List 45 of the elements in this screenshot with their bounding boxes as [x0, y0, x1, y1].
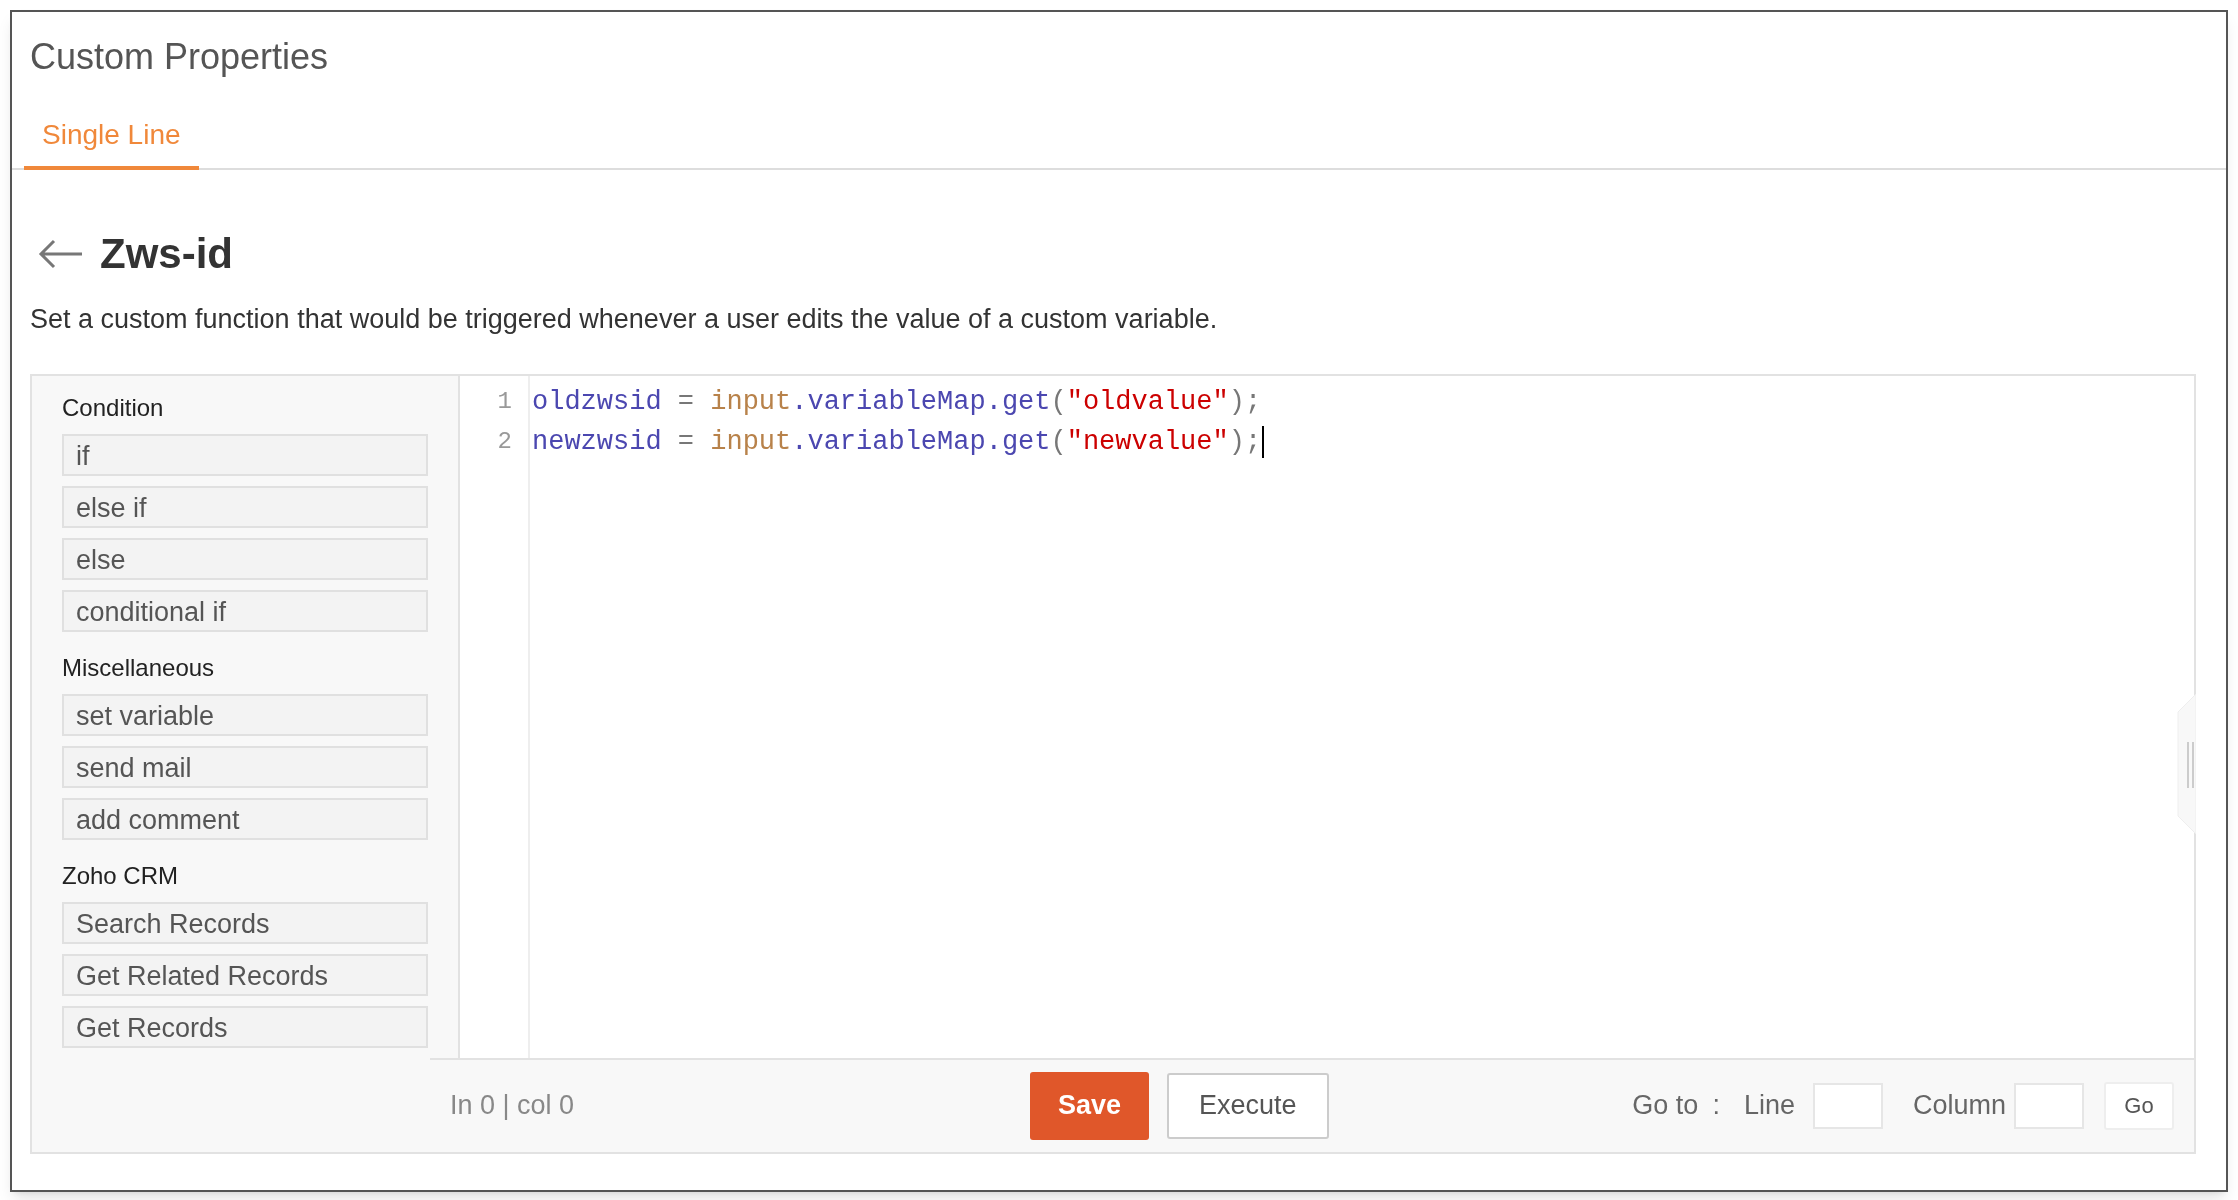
- code-token: "newvalue": [1066, 425, 1229, 459]
- snippet-item[interactable]: Get Related Records: [62, 953, 428, 996]
- line-label: Line: [1743, 1089, 1795, 1123]
- code-token: =: [676, 425, 696, 459]
- column-input[interactable]: [2014, 1082, 2084, 1129]
- section-heading: Condition: [62, 392, 165, 423]
- code-editor[interactable]: oldzwsid = input.variableMap.get("oldvalue"); newzwsid = input.variableMap.get("newvalue");: [530, 375, 2194, 1058]
- code-token: "oldvalue": [1066, 385, 1229, 419]
- code-token: oldzwsid: [532, 385, 662, 419]
- goto-label: Go to: [1632, 1089, 1699, 1123]
- line-number: 2: [497, 426, 512, 457]
- snippet-item[interactable]: else: [62, 537, 428, 580]
- description-text: Set a custom function that would be triggered whenever a user edits the value of a custom variable.: [29, 303, 1219, 336]
- section-heading: Miscellaneous: [62, 652, 216, 683]
- code-token: input: [710, 385, 792, 419]
- section-heading: Zoho CRM: [62, 860, 180, 891]
- execute-button[interactable]: Execute: [1167, 1072, 1329, 1139]
- snippet-item[interactable]: conditional if: [62, 589, 428, 632]
- code-token: .variableMap.get: [791, 425, 1051, 459]
- code-token: );: [1228, 425, 1262, 459]
- snippet-item[interactable]: set variable: [62, 693, 428, 736]
- snippet-item[interactable]: Search Records: [62, 901, 428, 944]
- code-token: );: [1228, 385, 1262, 419]
- line-input[interactable]: [1812, 1082, 1883, 1129]
- back-arrow-icon[interactable]: [38, 238, 84, 269]
- save-button[interactable]: Save: [1030, 1071, 1150, 1140]
- code-token: .variableMap.get: [791, 385, 1051, 419]
- go-button[interactable]: Go: [2104, 1081, 2174, 1130]
- cursor-position: In 0 | col 0: [450, 1089, 576, 1123]
- page-heading: Zws-id: [100, 229, 233, 279]
- code-token: newzwsid: [532, 425, 662, 459]
- snippet-item[interactable]: if: [62, 433, 428, 476]
- page-title: Custom Properties: [30, 36, 329, 77]
- code-token: input: [710, 425, 792, 459]
- snippet-item[interactable]: add comment: [62, 797, 428, 840]
- snippet-item[interactable]: Get Records: [62, 1005, 428, 1048]
- resize-handle-icon[interactable]: [2176, 693, 2196, 834]
- line-number: 1: [497, 386, 512, 417]
- column-label: Column: [1912, 1089, 2006, 1123]
- code-token: (: [1050, 385, 1067, 419]
- code-token: =: [676, 385, 696, 419]
- code-token: (: [1050, 425, 1067, 459]
- snippet-item[interactable]: send mail: [62, 745, 428, 788]
- snippet-item[interactable]: else if: [62, 485, 428, 528]
- colon-label: :: [1712, 1089, 1720, 1123]
